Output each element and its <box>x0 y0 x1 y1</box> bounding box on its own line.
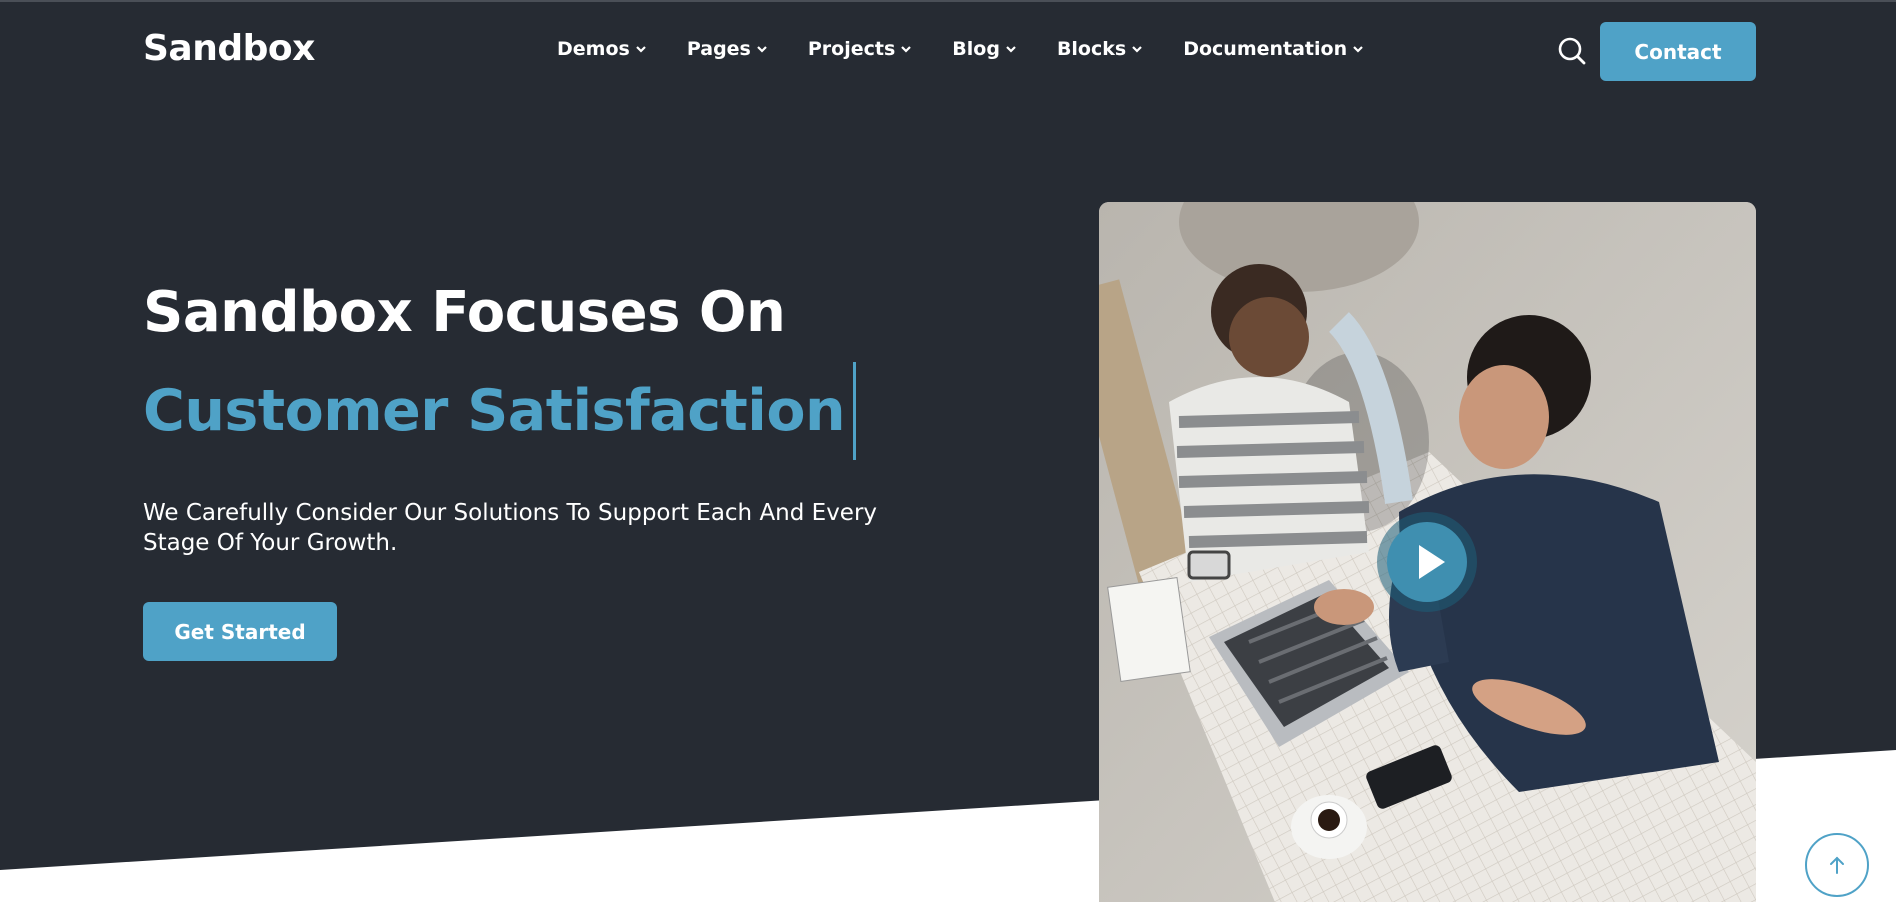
hero-title-highlight-wrap: Customer Satisfaction <box>143 362 857 460</box>
get-started-button[interactable]: Get Started <box>143 602 337 661</box>
search-button[interactable] <box>1557 36 1587 66</box>
search-icon <box>1558 37 1586 65</box>
hero-title-highlight: Customer Satisfaction <box>143 378 846 444</box>
hero-description: We Carefully Consider Our Solutions To S… <box>143 500 878 556</box>
nav-item-label: Projects <box>807 38 896 60</box>
top-border <box>0 0 1896 2</box>
chevron-down-icon <box>1006 46 1016 53</box>
nav-item-pages[interactable]: Pages <box>687 38 768 60</box>
site-logo[interactable]: Sandbox <box>143 28 315 69</box>
play-icon <box>1377 512 1477 612</box>
nav-item-projects[interactable]: Projects <box>808 38 912 60</box>
play-video-button[interactable] <box>1377 512 1477 612</box>
nav-item-label: Documentation <box>1183 38 1348 60</box>
nav-item-blog[interactable]: Blog <box>952 38 1017 60</box>
nav-item-documentation[interactable]: Documentation <box>1183 38 1364 60</box>
chevron-down-icon <box>757 46 767 53</box>
typing-cursor <box>853 362 857 460</box>
nav-item-label: Demos <box>557 38 630 60</box>
nav-item-label: Blocks <box>1056 38 1127 60</box>
chevron-down-icon <box>636 46 646 53</box>
chevron-down-icon <box>1132 46 1142 53</box>
nav-item-demos[interactable]: Demos <box>557 38 647 60</box>
chevron-down-icon <box>901 46 912 53</box>
scroll-to-top-button[interactable] <box>1805 833 1869 897</box>
nav-item-label: Blog <box>952 38 1000 60</box>
contact-button[interactable]: Contact <box>1600 22 1756 81</box>
nav-item-label: Pages <box>686 38 751 60</box>
main-nav: Demos Pages Projects Blog Blocks Documen… <box>557 38 1364 60</box>
chevron-down-icon <box>1353 46 1363 53</box>
nav-item-blocks[interactable]: Blocks <box>1057 38 1143 60</box>
arrow-up-icon <box>1830 856 1844 874</box>
hero-title: Sandbox Focuses On <box>143 280 786 345</box>
